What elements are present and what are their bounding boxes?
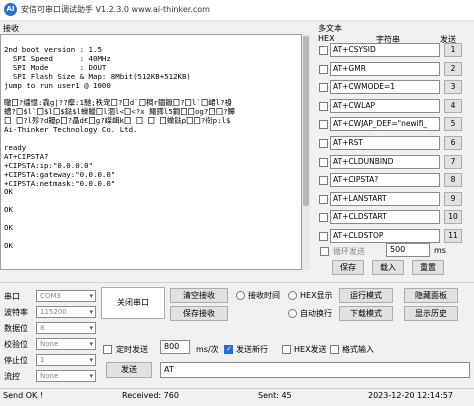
auto-newline-label: 自动换行 [300, 309, 332, 318]
hex-send-label: HEX发送 [294, 345, 327, 354]
multi-text-input[interactable]: AT+CSYSID [330, 43, 440, 57]
hide-panel-button[interactable]: 隐藏面板 [404, 288, 458, 303]
multi-hex-checkbox[interactable] [319, 102, 328, 111]
multi-hex-checkbox[interactable] [319, 195, 328, 204]
load-multi-button[interactable]: 载入 [372, 260, 404, 275]
multi-hex-checkbox[interactable] [319, 158, 328, 167]
window-title: 安信可串口调试助手 V1.2.3.0 www.ai-thinker.com [21, 5, 210, 14]
multi-send-button[interactable]: 9 [444, 192, 462, 206]
loop-send-label: 循环发送 [333, 247, 365, 256]
databits-select[interactable]: 8 [36, 322, 96, 334]
multi-text-input[interactable]: AT+RST [330, 136, 440, 150]
baud-select[interactable]: 115200 [36, 306, 96, 318]
multi-text-input[interactable]: AT+CLDSTOP [330, 229, 440, 243]
loop-interval-input[interactable]: 500 [386, 243, 430, 257]
multi-send-button[interactable]: 1 [444, 43, 462, 57]
send-newline-checkbox[interactable] [224, 345, 233, 354]
multi-send-button[interactable]: 10 [444, 210, 462, 224]
send-newline-label: 发送新行 [236, 345, 268, 354]
flow-select[interactable]: None [36, 370, 96, 382]
multi-hex-checkbox[interactable] [319, 232, 328, 241]
multi-text-input[interactable]: AT+CWLAP [330, 99, 440, 113]
multi-text-input[interactable]: AT+CIPSTA? [330, 173, 440, 187]
timed-interval-unit: ms/次 [196, 345, 219, 354]
multi-text-input[interactable]: AT+CLDSTART [330, 210, 440, 224]
separator [0, 282, 474, 283]
multi-text-input[interactable]: AT+CWMODE=1 [330, 80, 440, 94]
port-label: 串口 [4, 292, 20, 301]
received-count: Received: 760 [122, 391, 179, 400]
status-message: Send OK ! [3, 391, 43, 400]
multi-send-button[interactable]: 2 [444, 62, 462, 76]
receive-time-label: 接收时间 [248, 291, 280, 300]
multi-hex-checkbox[interactable] [319, 83, 328, 92]
app-logo-icon: AI [4, 3, 17, 16]
multi-send-button[interactable]: 11 [444, 229, 462, 243]
download-mode-button[interactable]: 下载模式 [339, 306, 393, 321]
multi-send-button[interactable]: 4 [444, 99, 462, 113]
hex-show-label: HEX显示 [300, 291, 333, 300]
multi-send-button[interactable]: 6 [444, 136, 462, 150]
parity-label: 校验位 [4, 340, 28, 349]
stopbits-label: 停止位 [4, 356, 28, 365]
format-input-checkbox[interactable] [330, 345, 339, 354]
sent-count: Sent: 45 [258, 391, 292, 400]
multi-text-input[interactable]: AT+CWJAP_DEF="newifi_ [330, 117, 440, 131]
timed-interval-input[interactable]: 800 [160, 340, 190, 354]
multi-text-input[interactable]: AT+LANSTART [330, 192, 440, 206]
run-mode-button[interactable]: 运行模式 [339, 288, 393, 303]
multi-text-input[interactable]: AT+GMR [330, 62, 440, 76]
stopbits-select[interactable]: 1 [36, 354, 96, 366]
port-select[interactable]: COM3 [36, 290, 96, 302]
close-port-button[interactable]: 关闭串口 [101, 287, 165, 319]
databits-label: 数据位 [4, 324, 28, 333]
multi-text-input[interactable]: AT+CLDUNBIND [330, 155, 440, 169]
reset-multi-button[interactable]: 重置 [412, 260, 444, 275]
hex-send-checkbox[interactable] [282, 345, 291, 354]
multi-hex-checkbox[interactable] [319, 213, 328, 222]
multi-hex-checkbox[interactable] [319, 176, 328, 185]
multi-send-button[interactable]: 8 [444, 173, 462, 187]
send-input[interactable]: AT [160, 362, 470, 378]
receive-text: 2nd boot version : 1.5 SPI Speed : 40MHz… [4, 44, 235, 250]
receive-time-radio[interactable] [236, 291, 245, 300]
save-multi-button[interactable]: 保存 [332, 260, 364, 275]
loop-send-checkbox[interactable] [320, 247, 329, 256]
loop-interval-unit: ms [434, 246, 446, 255]
datetime: 2023-12-20 12:14:57 [368, 391, 453, 400]
multi-hex-checkbox[interactable] [319, 120, 328, 129]
auto-newline-radio[interactable] [288, 309, 297, 318]
multi-hex-checkbox[interactable] [319, 46, 328, 55]
save-receive-button[interactable]: 保存接收 [170, 306, 228, 321]
multi-text-label: 多文本 [318, 24, 342, 33]
multi-send-button[interactable]: 5 [444, 117, 462, 131]
parity-select[interactable]: None [36, 338, 96, 350]
hex-show-radio[interactable] [288, 291, 297, 300]
multi-send-button[interactable]: 3 [444, 80, 462, 94]
clear-receive-button[interactable]: 清空接收 [170, 288, 228, 303]
timed-send-checkbox[interactable] [103, 345, 112, 354]
show-history-button[interactable]: 显示历史 [404, 306, 458, 321]
timed-send-label: 定时发送 [116, 345, 148, 354]
format-input-label: 格式输入 [342, 345, 374, 354]
multi-hex-checkbox[interactable] [319, 139, 328, 148]
receive-textarea[interactable]: 2nd boot version : 1.5 SPI Speed : 40MHz… [0, 34, 302, 270]
multi-send-button[interactable]: 7 [444, 155, 462, 169]
flow-label: 流控 [4, 372, 20, 381]
send-button[interactable]: 发送 [106, 362, 152, 378]
receive-scroll-thumb[interactable] [303, 36, 309, 206]
baud-label: 波特率 [4, 308, 28, 317]
receive-label: 接收 [3, 24, 19, 33]
hex-column-header: HEX [318, 34, 335, 43]
multi-hex-checkbox[interactable] [319, 65, 328, 74]
